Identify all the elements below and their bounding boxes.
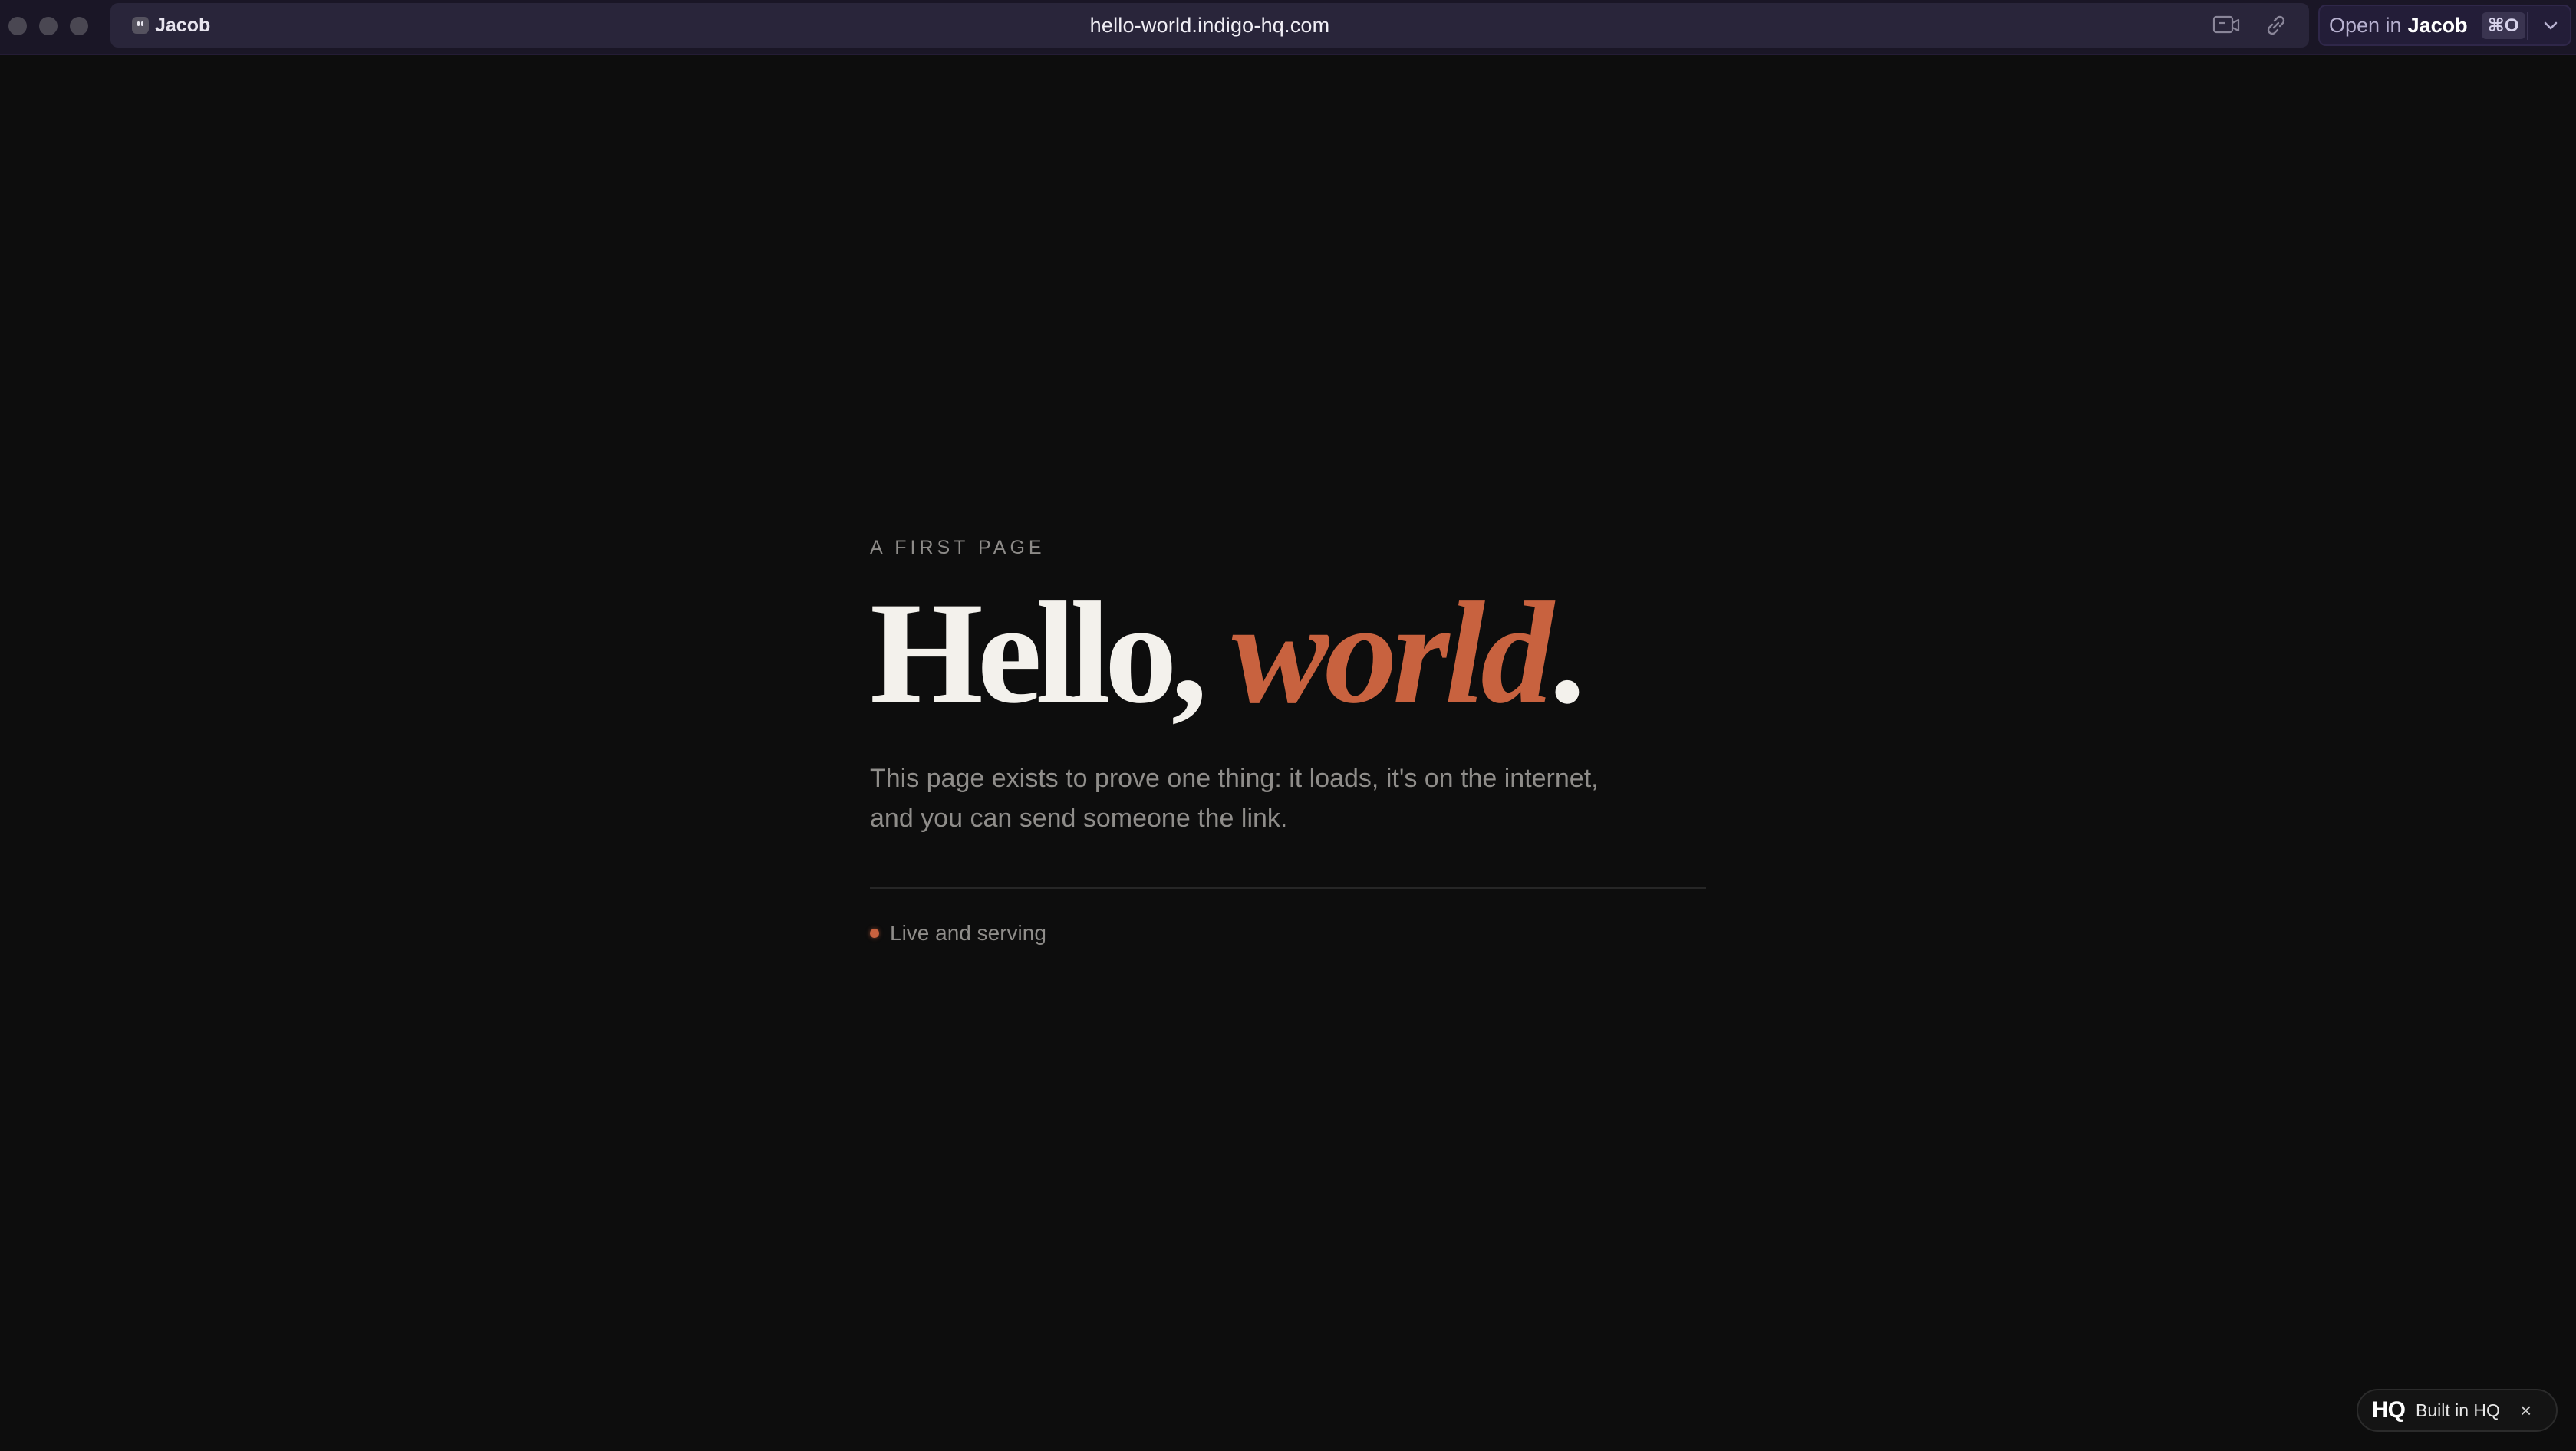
hq-logo: HQ (2372, 1397, 2406, 1423)
page-headline: Hello, world. (870, 581, 1706, 726)
page-main: A FIRST PAGE Hello, world. This page exi… (870, 537, 1706, 946)
headline-accent: world (1231, 573, 1553, 734)
open-in-shortcut: ⌘O (2481, 12, 2525, 39)
address-bar[interactable]: Jacob hello-world.indigo-hq.com (110, 3, 2309, 48)
open-in-prefix: Open in (2329, 13, 2402, 37)
close-window-button[interactable] (8, 17, 27, 35)
status-text: Live and serving (890, 921, 1046, 945)
status-indicator: Live and serving (870, 921, 1706, 946)
headline-end: . (1549, 573, 1585, 734)
close-icon[interactable]: × (2520, 1400, 2532, 1420)
status-dot-icon (870, 929, 879, 938)
open-in-target: Jacob (2407, 13, 2468, 37)
badge-label: Built in HQ (2416, 1400, 2500, 1420)
url-text[interactable]: hello-world.indigo-hq.com (110, 14, 2309, 38)
headline-main: Hello, (870, 573, 1207, 734)
divider (870, 887, 1706, 889)
open-in-label: Open in Jacob ⌘O (2320, 12, 2525, 39)
address-bar-actions (2212, 14, 2291, 37)
open-in-divider (2527, 12, 2528, 40)
eyebrow-label: A FIRST PAGE (870, 537, 1046, 558)
minimize-window-button[interactable] (39, 17, 58, 35)
cast-icon[interactable] (2212, 14, 2242, 37)
browser-titlebar: Jacob hello-world.indigo-hq.com Open in … (0, 0, 2576, 55)
chevron-down-icon[interactable] (2539, 16, 2562, 36)
page-description: This page exists to prove one thing: it … (870, 764, 1599, 833)
window-controls (8, 17, 88, 35)
maximize-window-button[interactable] (70, 17, 88, 35)
open-in-app-button[interactable]: Open in Jacob ⌘O (2318, 5, 2571, 46)
link-icon[interactable] (2261, 14, 2291, 37)
built-in-hq-badge[interactable]: HQ Built in HQ × (2357, 1389, 2558, 1432)
